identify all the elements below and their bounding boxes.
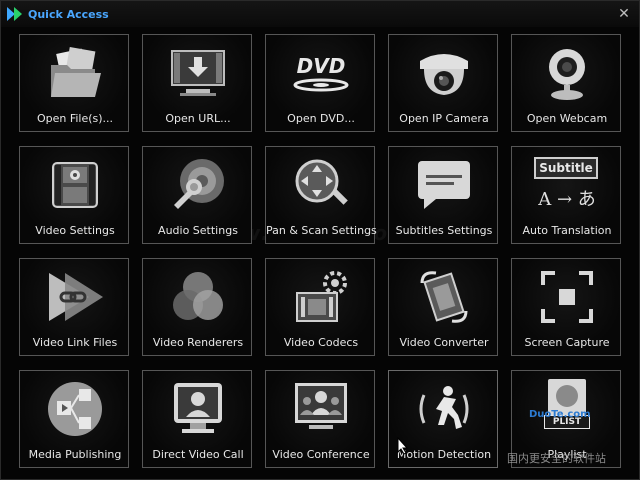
subtitles-settings-tile[interactable]: Subtitles Settings: [388, 146, 498, 244]
screen-capture-icon: [541, 271, 593, 323]
video-renderers-tile[interactable]: Video Renderers: [142, 258, 252, 356]
title-bar: Quick Access ✕: [1, 1, 639, 27]
auto-translation-tile[interactable]: Subtitle A → あ Auto Translation: [511, 146, 621, 244]
tile-label: Open File(s)...: [36, 112, 114, 125]
audio-settings-tile[interactable]: Audio Settings: [142, 146, 252, 244]
video-link-icon: [49, 273, 103, 321]
open-url-tile[interactable]: Open URL...: [142, 34, 252, 132]
tile-label: Open DVD...: [287, 112, 355, 125]
close-button[interactable]: ✕: [617, 7, 631, 21]
open-files-tile[interactable]: Open File(s)...: [19, 34, 129, 132]
motion-detection-icon: [419, 386, 469, 429]
playlist-icon: PLIST: [544, 379, 590, 437]
ip-camera-icon: [420, 54, 468, 95]
dvd-icon: DVD: [293, 54, 349, 92]
download-url-icon: [171, 50, 225, 96]
open-ip-camera-tile[interactable]: Open IP Camera: [388, 34, 498, 132]
pan-scan-settings-tile[interactable]: Pan & Scan Settings: [265, 146, 377, 244]
tile-label: Pan & Scan Settings: [266, 224, 377, 237]
tile-label: Video Conference: [272, 448, 370, 461]
video-link-files-tile[interactable]: Video Link Files: [19, 258, 129, 356]
tile-label: Subtitles Settings: [395, 224, 493, 237]
window-title: Quick Access: [28, 8, 109, 21]
renderers-icon: [173, 272, 223, 320]
folder-open-icon: [51, 46, 101, 97]
video-settings-tile[interactable]: Video Settings: [19, 146, 129, 244]
svg-text:DVD: DVD: [297, 54, 346, 78]
app-logo-icon: [7, 7, 22, 21]
codecs-icon: [296, 271, 347, 322]
quick-access-window: Quick Access ✕ www.DuoTe.com Open File(s…: [0, 0, 640, 480]
tile-label: Open Webcam: [526, 112, 608, 125]
screen-capture-tile[interactable]: Screen Capture: [511, 258, 621, 356]
video-converter-tile[interactable]: Video Converter: [388, 258, 498, 356]
translation-glyphs: A → あ: [538, 189, 596, 210]
conference-icon: [295, 383, 347, 429]
site-brand-watermark: DuoTe.com: [529, 409, 591, 420]
tile-label: Media Publishing: [28, 448, 122, 461]
open-webcam-tile[interactable]: Open Webcam: [511, 34, 621, 132]
translation-icon: Subtitle A → あ: [532, 157, 602, 219]
tile-label: Audio Settings: [158, 224, 238, 237]
tile-label: Video Codecs: [283, 336, 359, 349]
open-dvd-tile[interactable]: DVD Open DVD...: [265, 34, 375, 132]
webcam-icon: [549, 49, 585, 100]
tile-label: Video Settings: [35, 224, 115, 237]
video-call-icon: [174, 383, 222, 433]
tile-label: Open URL...: [165, 112, 231, 125]
tile-label: Auto Translation: [522, 224, 612, 237]
tile-label: Direct Video Call: [152, 448, 244, 461]
tile-label: Video Link Files: [32, 336, 118, 349]
video-conference-tile[interactable]: Video Conference: [265, 370, 375, 468]
tile-label: Video Converter: [399, 336, 489, 349]
site-brand-chinese: 国内更安全的软件站: [507, 452, 606, 465]
converter-icon: [420, 271, 468, 323]
video-settings-icon: [52, 162, 98, 208]
publishing-icon: [48, 382, 102, 436]
media-publishing-tile[interactable]: Media Publishing: [19, 370, 129, 468]
audio-settings-icon: [174, 159, 224, 209]
tile-label: Screen Capture: [524, 336, 610, 349]
subtitles-icon: [418, 161, 470, 209]
subtitle-caption: Subtitle: [534, 157, 598, 179]
direct-video-call-tile[interactable]: Direct Video Call: [142, 370, 252, 468]
video-codecs-tile[interactable]: Video Codecs: [265, 258, 375, 356]
tile-label: Open IP Camera: [399, 112, 489, 125]
tile-label: Video Renderers: [152, 336, 244, 349]
pan-scan-icon: [295, 159, 348, 205]
mouse-cursor-icon: [397, 437, 409, 455]
